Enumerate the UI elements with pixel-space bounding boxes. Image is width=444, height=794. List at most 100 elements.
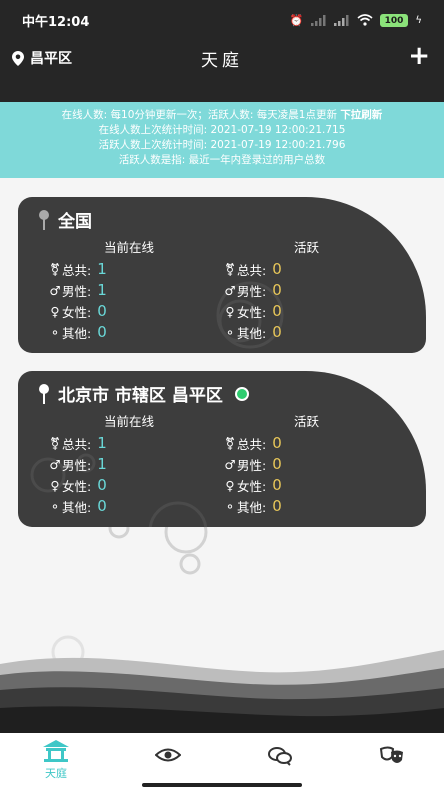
stats-card-national: 全国 当前在线 活跃 ⚧ 总共: 1 ♂ 男性: 1 ♀ 女性: 0 ⚬ 其他:… — [18, 197, 426, 353]
online-male-row: ♂ 男性: 1 — [48, 454, 107, 474]
masks-icon — [379, 746, 403, 763]
wifi-icon — [357, 14, 373, 26]
info-line-update: 在线人数: 每10分钟更新一次；活跃人数: 每天凌晨1点更新 下拉刷新 — [0, 108, 444, 123]
online-female-row: ♀ 女性: 0 — [48, 475, 107, 495]
stat-value: 1 — [97, 281, 107, 299]
map-pin-icon — [39, 383, 49, 404]
stat-value: 0 — [97, 323, 107, 341]
stat-label: 男性: — [237, 283, 267, 299]
online-column-header: 当前在线 — [104, 414, 155, 429]
nav-tab-tianting[interactable]: 天庭 — [26, 739, 86, 781]
stat-label: 其他: — [237, 499, 267, 515]
active-female-row: ♀ 女性: 0 — [223, 301, 282, 321]
charging-icon: ϟ — [415, 14, 422, 26]
stat-value: 0 — [272, 455, 282, 473]
active-total-row: ⚧ 总共: 0 — [223, 433, 282, 453]
stat-value: 0 — [272, 323, 282, 341]
signal-icon-2 — [333, 14, 349, 26]
active-total-row: ⚧ 总共: 0 — [223, 259, 282, 279]
stat-label: 其他: — [62, 325, 92, 341]
add-button[interactable]: + — [408, 43, 430, 69]
other-gender-icon: ⚬ — [49, 324, 61, 340]
stat-value: 0 — [272, 260, 282, 278]
active-other-row: ⚬ 其他: 0 — [223, 496, 282, 516]
stat-label: 总共: — [237, 436, 267, 452]
status-time: 中午12:04 — [22, 14, 90, 30]
male-icon: ♂ — [49, 282, 61, 298]
nav-label: 天庭 — [45, 767, 67, 780]
stat-label: 其他: — [237, 325, 267, 341]
title-bar: 昌平区 天庭 + — [0, 40, 444, 76]
male-icon: ♂ — [224, 282, 236, 298]
current-location-indicator — [234, 386, 249, 401]
stat-value: 0 — [272, 302, 282, 320]
stat-label: 男性: — [62, 457, 92, 473]
online-other-row: ⚬ 其他: 0 — [48, 496, 107, 516]
status-icons: ⏰ 100 ϟ — [289, 13, 422, 27]
card-title: 北京市 市辖区 昌平区 — [58, 386, 223, 406]
stat-value: 1 — [97, 455, 107, 473]
info-active-time: 活跃人数上次统计时间: 2021-07-19 12:00:21.796 — [98, 139, 346, 151]
gender-all-icon: ⚧ — [224, 435, 236, 451]
info-update-schedule: 在线人数: 每10分钟更新一次；活跃人数: 每天凌晨1点更新 — [61, 109, 341, 121]
stat-label: 女性: — [62, 304, 92, 320]
female-icon: ♀ — [50, 303, 60, 319]
stat-label: 女性: — [237, 478, 267, 494]
gender-all-icon: ⚧ — [49, 435, 61, 451]
card-title: 全国 — [58, 212, 92, 232]
map-pin-icon — [39, 209, 49, 230]
stat-label: 总共: — [62, 436, 92, 452]
stats-card-local: 北京市 市辖区 昌平区 当前在线 活跃 ⚧ 总共: 1 ♂ 男性: 1 ♀ 女性… — [18, 371, 426, 527]
online-total-row: ⚧ 总共: 1 — [48, 259, 107, 279]
female-icon: ♀ — [225, 477, 235, 493]
female-icon: ♀ — [50, 477, 60, 493]
status-bar: 中午12:04 ⏰ 100 ϟ — [0, 0, 444, 40]
stat-value: 0 — [97, 497, 107, 515]
battery-icon: 100 — [379, 13, 409, 27]
stat-value: 0 — [272, 434, 282, 452]
gender-all-icon: ⚧ — [49, 261, 61, 277]
stat-label: 总共: — [62, 262, 92, 278]
stat-value: 0 — [272, 281, 282, 299]
stat-label: 总共: — [237, 262, 267, 278]
stat-value: 0 — [272, 497, 282, 515]
stat-label: 女性: — [237, 304, 267, 320]
active-male-row: ♂ 男性: 0 — [223, 454, 282, 474]
page-title: 天庭 — [201, 51, 243, 71]
active-column-header: 活跃 — [294, 240, 320, 255]
stat-value: 1 — [97, 434, 107, 452]
top-bar: 中午12:04 ⏰ 100 ϟ 昌平区 天庭 + — [0, 0, 444, 102]
info-online-time: 在线人数上次统计时间: 2021-07-19 12:00:21.715 — [98, 124, 346, 136]
other-gender-icon: ⚬ — [224, 324, 236, 340]
gender-all-icon: ⚧ — [224, 261, 236, 277]
card-header: 全国 — [38, 207, 92, 232]
chat-icon — [268, 747, 292, 766]
male-icon: ♂ — [49, 456, 61, 472]
info-active-definition: 活跃人数是指: 最近一年内登录过的用户总数 — [118, 154, 326, 166]
active-male-row: ♂ 男性: 0 — [223, 280, 282, 300]
stat-label: 女性: — [62, 478, 92, 494]
active-female-row: ♀ 女性: 0 — [223, 475, 282, 495]
online-column-header: 当前在线 — [104, 240, 155, 255]
stat-label: 男性: — [237, 457, 267, 473]
home-indicator — [142, 783, 302, 787]
eye-icon — [154, 748, 182, 762]
female-icon: ♀ — [225, 303, 235, 319]
pull-refresh-hint: 下拉刷新 — [340, 109, 383, 121]
stat-label: 其他: — [62, 499, 92, 515]
active-column-header: 活跃 — [294, 414, 320, 429]
online-male-row: ♂ 男性: 1 — [48, 280, 107, 300]
other-gender-icon: ⚬ — [224, 498, 236, 514]
pavilion-icon — [43, 740, 69, 762]
card-header: 北京市 市辖区 昌平区 — [38, 381, 249, 406]
nav-tab-view[interactable] — [138, 747, 198, 767]
male-icon: ♂ — [224, 456, 236, 472]
nav-tab-masks[interactable] — [362, 746, 422, 770]
nav-tab-chat[interactable] — [250, 746, 310, 770]
stat-value: 1 — [97, 260, 107, 278]
signal-icon — [310, 14, 326, 26]
stat-value: 0 — [97, 476, 107, 494]
stat-value: 0 — [272, 476, 282, 494]
alarm-icon: ⏰ — [289, 13, 304, 27]
stats-info-banner: 在线人数: 每10分钟更新一次；活跃人数: 每天凌晨1点更新 下拉刷新 在线人数… — [0, 102, 444, 178]
